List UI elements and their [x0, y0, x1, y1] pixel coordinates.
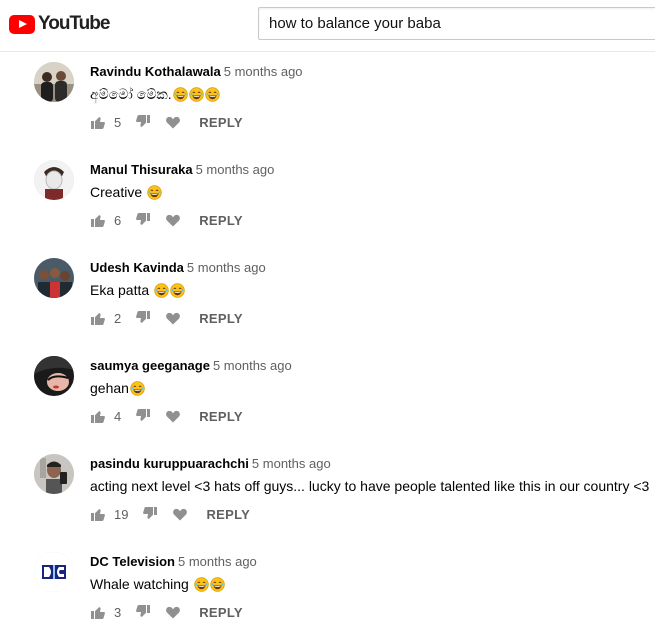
comment-item: Ravindu Kothalawala 5 months ago අම්මෝ මේක…: [0, 56, 655, 154]
search-input[interactable]: [258, 7, 655, 40]
play-logo-icon: [9, 14, 35, 34]
comment-text-content: අම්මෝ මේක.: [90, 86, 172, 102]
comment-body: saumya geeganage 5 months ago gehan: [90, 358, 655, 398]
comment-item: DC Television 5 months ago Whale watching …: [0, 546, 655, 619]
thumbs-up-icon[interactable]: [90, 212, 106, 228]
like-count: 19: [114, 506, 129, 522]
comment-text-content: Whale watching: [90, 576, 193, 592]
grinning-sweat-emoji-icon: [193, 577, 209, 592]
like-count: 2: [114, 310, 122, 326]
reply-button[interactable]: REPLY: [199, 605, 243, 619]
like-count: 4: [114, 408, 122, 424]
heart-icon[interactable]: [165, 604, 181, 619]
comment-actions: 19 REPLY: [90, 503, 250, 525]
author-name[interactable]: Ravindu Kothalawala: [90, 64, 221, 79]
heart-icon[interactable]: [165, 310, 181, 326]
reply-button[interactable]: REPLY: [199, 311, 243, 326]
grinning-sweat-emoji-icon: [130, 381, 145, 396]
heart-icon[interactable]: [165, 212, 181, 228]
youtube-logo[interactable]: YouTube: [9, 13, 110, 35]
heart-icon[interactable]: [165, 408, 181, 424]
comment-text: අම්මෝ මේක.: [90, 85, 655, 104]
avatar[interactable]: [34, 454, 74, 494]
comment-actions: 4 REPLY: [90, 405, 243, 427]
comment-meta: saumya geeganage 5 months ago: [90, 358, 655, 374]
thumbs-up-icon[interactable]: [90, 310, 106, 326]
thumbs-down-icon[interactable]: [135, 408, 151, 424]
reply-button[interactable]: REPLY: [199, 213, 243, 228]
top-bar: YouTube: [0, 0, 655, 52]
comment-item: Udesh Kavinda 5 months ago Eka patta 2 REPL…: [0, 252, 655, 350]
comment-body: Ravindu Kothalawala 5 months ago අම්මෝ මේක…: [90, 64, 655, 104]
thumbs-up-icon[interactable]: [90, 604, 106, 619]
grinning-sweat-emoji-icon: [209, 577, 225, 592]
like-count: 5: [114, 114, 122, 130]
comment-meta: Udesh Kavinda 5 months ago: [90, 260, 655, 276]
avatar[interactable]: [34, 356, 74, 396]
comment-item: pasindu kuruppuarachchi 5 months ago actin…: [0, 448, 655, 546]
comment-actions: 3 REPLY: [90, 601, 243, 619]
comment-meta: Manul Thisuraka 5 months ago: [90, 162, 655, 178]
comment-text: Creative: [90, 183, 655, 202]
logo-text: YouTube: [38, 13, 110, 34]
thumbs-up-icon[interactable]: [90, 506, 106, 522]
comment-time[interactable]: 5 months ago: [252, 456, 331, 471]
comment-text-content: acting next level <3 hats off guys... lu…: [90, 478, 650, 494]
thumbs-down-icon[interactable]: [135, 212, 151, 228]
thumbs-down-icon[interactable]: [142, 506, 158, 522]
comment-body: DC Television 5 months ago Whale watching: [90, 554, 655, 594]
comment-item: Manul Thisuraka 5 months ago Creative 6 REP…: [0, 154, 655, 252]
avatar[interactable]: [34, 160, 74, 200]
avatar[interactable]: [34, 62, 74, 102]
comment-text-content: Creative: [90, 184, 147, 200]
comment-text-content: gehan: [90, 380, 129, 396]
comment-item: saumya geeganage 5 months ago gehan 4 REPLY: [0, 350, 655, 448]
comment-text: Eka patta: [90, 281, 655, 300]
heart-icon[interactable]: [172, 506, 188, 522]
thumbs-down-icon[interactable]: [135, 604, 151, 619]
comment-time[interactable]: 5 months ago: [178, 554, 257, 569]
author-name[interactable]: Manul Thisuraka: [90, 162, 193, 177]
thumbs-down-icon[interactable]: [135, 114, 151, 130]
avatar[interactable]: [34, 258, 74, 298]
like-count: 6: [114, 212, 122, 228]
comment-meta: DC Television 5 months ago: [90, 554, 655, 570]
comment-meta: pasindu kuruppuarachchi 5 months ago: [90, 456, 655, 472]
comment-body: pasindu kuruppuarachchi 5 months ago actin…: [90, 456, 655, 496]
author-name[interactable]: DC Television: [90, 554, 175, 569]
thumbs-up-icon[interactable]: [90, 408, 106, 424]
comment-time[interactable]: 5 months ago: [213, 358, 292, 373]
reply-button[interactable]: REPLY: [199, 409, 243, 424]
like-count: 3: [114, 604, 122, 619]
comment-actions: 2 REPLY: [90, 307, 243, 329]
comment-text: gehan: [90, 379, 655, 398]
comment-body: Udesh Kavinda 5 months ago Eka patta: [90, 260, 655, 300]
grinning-sweat-emoji-icon: [170, 283, 185, 298]
comment-time[interactable]: 5 months ago: [187, 260, 266, 275]
comment-body: Manul Thisuraka 5 months ago Creative: [90, 162, 655, 202]
thumbs-down-icon[interactable]: [135, 310, 151, 326]
grinning-sweat-emoji-icon: [154, 283, 169, 298]
author-name[interactable]: pasindu kuruppuarachchi: [90, 456, 249, 471]
heart-icon[interactable]: [165, 114, 181, 130]
grinning-sweat-emoji-icon: [188, 87, 204, 102]
grinning-sweat-emoji-icon: [172, 87, 188, 102]
comment-meta: Ravindu Kothalawala 5 months ago: [90, 64, 655, 80]
grinning-sweat-emoji-icon: [204, 87, 220, 102]
comment-time[interactable]: 5 months ago: [224, 64, 303, 79]
author-name[interactable]: saumya geeganage: [90, 358, 210, 373]
avatar[interactable]: [34, 552, 74, 592]
reply-button[interactable]: REPLY: [199, 115, 243, 130]
comment-text-content: Eka patta: [90, 282, 154, 298]
reply-button[interactable]: REPLY: [206, 507, 250, 522]
comment-text: acting next level <3 hats off guys... lu…: [90, 477, 655, 496]
thumbs-up-icon[interactable]: [90, 114, 106, 130]
comment-actions: 6 REPLY: [90, 209, 243, 231]
author-name[interactable]: Udesh Kavinda: [90, 260, 184, 275]
grinning-sweat-emoji-icon: [147, 185, 162, 200]
comment-text: Whale watching: [90, 575, 655, 594]
comment-actions: 5 REPLY: [90, 111, 243, 133]
comment-time[interactable]: 5 months ago: [196, 162, 275, 177]
